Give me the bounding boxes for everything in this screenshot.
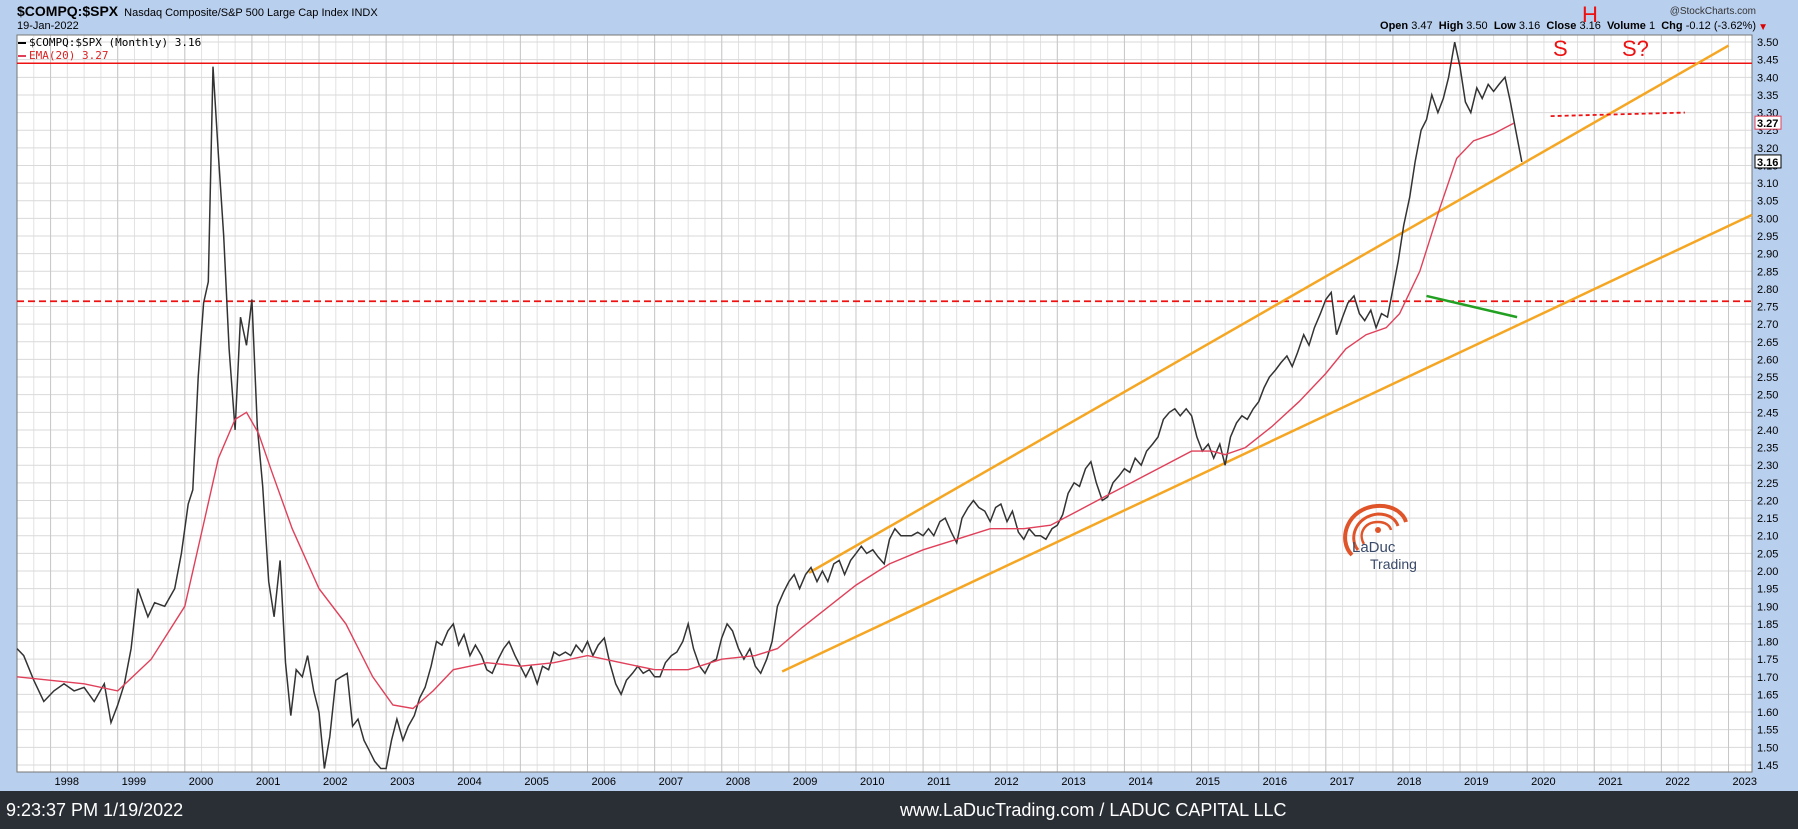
y-tick-label: 1.70 [1757,672,1778,684]
y-tick-label: 3.50 [1757,37,1778,49]
y-tick-label: 3.20 [1757,143,1778,155]
x-tick-label: 2005 [524,776,548,788]
y-tick-label: 1.65 [1757,689,1778,701]
y-tick-label: 2.75 [1757,302,1778,314]
x-tick-label: 2004 [457,776,481,788]
logo-text: LaDuc Trading [1352,539,1417,573]
ema-tag: 3.27 [1757,118,1778,130]
y-tick-label: 2.20 [1757,495,1778,507]
y-tick-label: 1.85 [1757,619,1778,631]
legend-series: $COMPQ:$SPX (Monthly) 3.16 [18,36,201,49]
y-tick-label: 3.10 [1757,178,1778,190]
x-tick-label: 2016 [1263,776,1287,788]
annotation-left-shoulder: S [1553,36,1568,61]
y-tick-label: 1.45 [1757,760,1778,772]
price-tag: 3.16 [1757,157,1778,169]
annotation-head: H [1582,2,1598,27]
y-tick-label: 1.75 [1757,654,1778,666]
y-tick-label: 3.45 [1757,55,1778,67]
x-tick-label: 2006 [592,776,616,788]
x-tick-label: 2022 [1665,776,1689,788]
x-tick-label: 2010 [860,776,884,788]
footer-bar: 9:23:37 PM 1/19/2022 www.LaDucTrading.co… [0,791,1798,829]
y-tick-label: 3.00 [1757,213,1778,225]
plot-area [17,35,1752,772]
chart-legend: $COMPQ:$SPX (Monthly) 3.16 EMA(20) 3.27 [18,36,201,62]
x-tick-label: 2007 [659,776,683,788]
y-tick-label: 1.95 [1757,584,1778,596]
footer-site: www.LaDucTrading.com / LADUC CAPITAL LLC [900,800,1287,820]
x-tick-label: 2020 [1531,776,1555,788]
annotation-right-shoulder: S? [1622,36,1649,61]
y-tick-label: 1.90 [1757,601,1778,613]
y-tick-label: 2.60 [1757,354,1778,366]
y-tick-label: 3.35 [1757,90,1778,102]
x-tick-label: 2011 [927,776,951,788]
x-tick-label: 2015 [1196,776,1220,788]
y-tick-label: 2.10 [1757,531,1778,543]
y-tick-label: 2.40 [1757,425,1778,437]
y-tick-label: 1.50 [1757,742,1778,754]
x-tick-label: 2019 [1464,776,1488,788]
x-tick-label: 2021 [1598,776,1622,788]
y-tick-label: 2.00 [1757,566,1778,578]
x-tick-label: 2017 [1330,776,1354,788]
y-tick-label: 2.45 [1757,407,1778,419]
y-tick-label: 2.15 [1757,513,1778,525]
x-tick-label: 1999 [122,776,146,788]
x-tick-label: 2001 [256,776,280,788]
y-tick-label: 2.55 [1757,372,1778,384]
y-tick-label: 2.30 [1757,460,1778,472]
y-tick-label: 2.05 [1757,548,1778,560]
x-tick-label: 2018 [1397,776,1421,788]
x-tick-label: 2009 [793,776,817,788]
x-tick-label: 2000 [189,776,213,788]
y-tick-label: 2.35 [1757,443,1778,455]
legend-ema: EMA(20) 3.27 [18,49,201,62]
y-tick-label: 2.50 [1757,390,1778,402]
x-tick-label: 2002 [323,776,347,788]
y-tick-label: 3.05 [1757,196,1778,208]
y-tick-label: 2.85 [1757,266,1778,278]
y-tick-label: 2.95 [1757,231,1778,243]
y-tick-label: 2.80 [1757,284,1778,296]
x-tick-label: 2013 [1061,776,1085,788]
y-tick-label: 2.25 [1757,478,1778,490]
x-tick-label: 2023 [1733,776,1757,788]
y-tick-label: 2.90 [1757,249,1778,261]
x-tick-label: 2012 [994,776,1018,788]
y-tick-label: 2.70 [1757,319,1778,331]
x-tick-label: 2008 [726,776,750,788]
price-chart: 3.503.453.403.353.303.253.203.153.103.05… [16,2,1782,788]
x-tick-label: 1998 [55,776,79,788]
footer-timestamp: 9:23:37 PM 1/19/2022 [6,800,184,820]
y-tick-label: 1.60 [1757,707,1778,719]
y-tick-label: 3.40 [1757,72,1778,84]
y-tick-label: 1.55 [1757,725,1778,737]
y-tick-label: 2.65 [1757,337,1778,349]
x-tick-label: 2003 [390,776,414,788]
x-tick-label: 2014 [1128,776,1152,788]
y-tick-label: 1.80 [1757,637,1778,649]
